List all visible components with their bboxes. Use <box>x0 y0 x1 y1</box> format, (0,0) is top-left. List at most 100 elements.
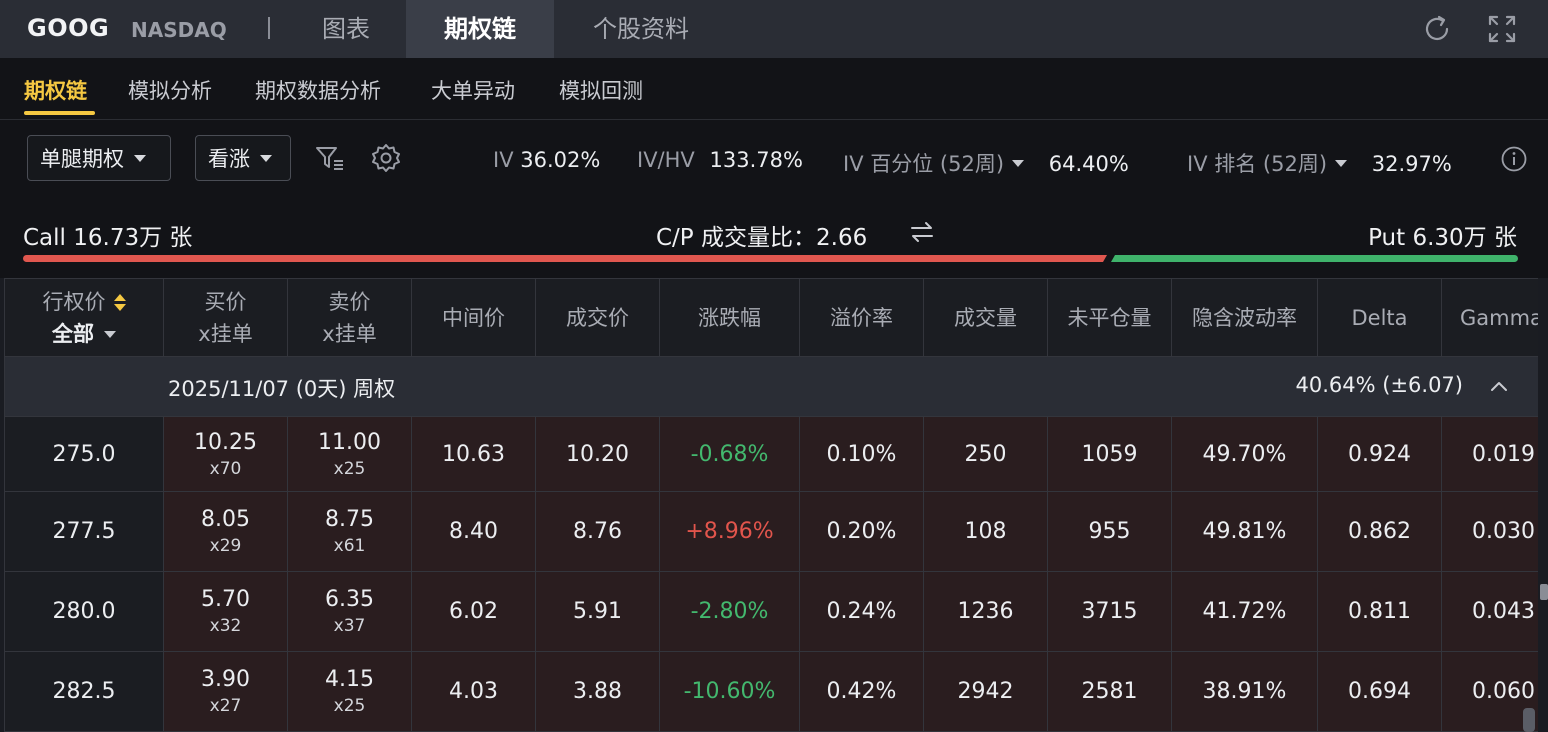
header-volume[interactable]: 成交量 <box>924 279 1048 357</box>
cell-value-mid: 4.03 <box>449 679 498 704</box>
table-cell-iv[interactable]: 49.81% <box>1172 492 1318 572</box>
header-delta[interactable]: Delta <box>1318 279 1442 357</box>
subtab-data-analysis[interactable]: 期权数据分析 <box>255 75 381 105</box>
header-iv[interactable]: 隐含波动率 <box>1172 279 1318 357</box>
table-cell-delta[interactable]: 0.924 <box>1318 417 1442 492</box>
table-cell-bid[interactable]: 10.25 x70 <box>164 417 288 492</box>
info-icon[interactable] <box>1500 145 1528 173</box>
table-cell-iv[interactable]: 38.91% <box>1172 652 1318 732</box>
table-cell-last[interactable]: 5.91 <box>536 572 660 652</box>
cell-size-bid: x32 <box>209 616 242 636</box>
table-cell-oi[interactable]: 955 <box>1048 492 1172 572</box>
table-cell-change[interactable]: +8.96% <box>660 492 800 572</box>
expiry-date: 2025/11/07 (0天) 周权 <box>168 377 396 401</box>
table-cell-mid[interactable]: 8.40 <box>412 492 536 572</box>
direction-select[interactable]: 看涨 <box>195 135 291 181</box>
tab-stock-profile[interactable]: 个股资料 <box>558 0 724 58</box>
header-last[interactable]: 成交价 <box>536 279 660 357</box>
table-cell-strike[interactable]: 282.5 <box>5 652 164 732</box>
header-open-interest[interactable]: 未平仓量 <box>1048 279 1172 357</box>
header-change[interactable]: 涨跌幅 <box>660 279 800 357</box>
table-cell-iv[interactable]: 49.70% <box>1172 417 1318 492</box>
header-ask[interactable]: 卖价 x挂单 <box>288 279 412 357</box>
table-cell-gamma[interactable]: 0.030 <box>1442 492 1538 572</box>
expiry-group-row[interactable]: 2025/11/07 (0天) 周权 40.64% (±6.07) <box>5 357 1538 417</box>
strike-filter-dropdown[interactable]: 全部 <box>52 318 116 350</box>
tab-option-chain[interactable]: 期权链 <box>406 0 554 58</box>
subtab-simulation[interactable]: 模拟分析 <box>128 75 212 105</box>
table-cell-delta[interactable]: 0.694 <box>1318 652 1442 732</box>
leg-type-select[interactable]: 单腿期权 <box>27 135 171 181</box>
table-cell-mid[interactable]: 6.02 <box>412 572 536 652</box>
table-cell-strike[interactable]: 280.0 <box>5 572 164 652</box>
subtab-backtest[interactable]: 模拟回测 <box>559 75 643 105</box>
table-cell-oi[interactable]: 2581 <box>1048 652 1172 732</box>
swap-icon[interactable] <box>908 218 936 246</box>
table-cell-last[interactable]: 10.20 <box>536 417 660 492</box>
table-cell-iv[interactable]: 41.72% <box>1172 572 1318 652</box>
chevron-down-icon <box>260 154 272 162</box>
scrollbar-thumb[interactable] <box>1523 708 1535 732</box>
chevron-up-icon[interactable] <box>1487 375 1511 399</box>
cell-size-bid: x27 <box>209 696 242 716</box>
table-cell-oi[interactable]: 3715 <box>1048 572 1172 652</box>
subtab-unusual-activity[interactable]: 大单异动 <box>431 75 515 105</box>
iv-label: IV <box>493 148 514 172</box>
table-cell-change[interactable]: -2.80% <box>660 572 800 652</box>
header-strike[interactable]: 行权价 全部 <box>5 279 164 357</box>
table-cell-delta[interactable]: 0.862 <box>1318 492 1442 572</box>
table-cell-bid[interactable]: 5.70 x32 <box>164 572 288 652</box>
iv-percentile-stat[interactable]: IV 百分位 (52周) 64.40% <box>843 148 1129 178</box>
table-cell-strike[interactable]: 275.0 <box>5 417 164 492</box>
table-cell-bid[interactable]: 8.05 x29 <box>164 492 288 572</box>
table-cell-change[interactable]: -10.60% <box>660 652 800 732</box>
cell-value-ask: 8.75 <box>325 507 374 532</box>
table-cell-gamma[interactable]: 0.043 <box>1442 572 1538 652</box>
filter-icon[interactable] <box>314 142 346 174</box>
iv-percentile-value: 64.40% <box>1048 152 1129 176</box>
cell-value-premium: 0.10% <box>826 441 897 467</box>
header-premium[interactable]: 溢价率 <box>800 279 924 357</box>
table-cell-last[interactable]: 8.76 <box>536 492 660 572</box>
header-gamma[interactable]: Gamma <box>1442 279 1538 357</box>
iv-percentile-label: IV 百分位 (52周) <box>843 152 1005 176</box>
subtab-option-chain[interactable]: 期权链 <box>24 75 87 105</box>
sort-icon[interactable] <box>113 293 126 312</box>
table-cell-ask[interactable]: 11.00 x25 <box>288 417 412 492</box>
table-cell-change[interactable]: -0.68% <box>660 417 800 492</box>
gear-icon[interactable] <box>370 142 402 174</box>
table-cell-volume[interactable]: 1236 <box>924 572 1048 652</box>
refresh-icon[interactable] <box>1420 12 1454 46</box>
scrollbar-marker[interactable] <box>1540 584 1548 600</box>
table-cell-premium[interactable]: 0.10% <box>800 417 924 492</box>
table-cell-ask[interactable]: 4.15 x25 <box>288 652 412 732</box>
ivhv-value: 133.78% <box>709 148 803 172</box>
table-cell-mid[interactable]: 10.63 <box>412 417 536 492</box>
table-cell-gamma[interactable]: 0.019 <box>1442 417 1538 492</box>
table-cell-ask[interactable]: 6.35 x37 <box>288 572 412 652</box>
table-cell-premium[interactable]: 0.42% <box>800 652 924 732</box>
table-cell-delta[interactable]: 0.811 <box>1318 572 1442 652</box>
table-cell-volume[interactable]: 108 <box>924 492 1048 572</box>
table-cell-volume[interactable]: 2942 <box>924 652 1048 732</box>
header-bid[interactable]: 买价 x挂单 <box>164 279 288 357</box>
table-cell-oi[interactable]: 1059 <box>1048 417 1172 492</box>
fullscreen-icon[interactable] <box>1485 12 1519 46</box>
table-cell-strike[interactable]: 277.5 <box>5 492 164 572</box>
iv-rank-stat[interactable]: IV 排名 (52周) 32.97% <box>1187 148 1452 178</box>
leg-type-value: 单腿期权 <box>40 147 124 171</box>
cp-ratio: C/P 成交量比：2.66 <box>656 218 867 252</box>
table-cell-premium[interactable]: 0.20% <box>800 492 924 572</box>
cell-value-iv: 49.81% <box>1202 519 1287 544</box>
cell-value-bid: 5.70 <box>201 587 250 612</box>
table-cell-last[interactable]: 3.88 <box>536 652 660 732</box>
table-cell-ask[interactable]: 8.75 x61 <box>288 492 412 572</box>
table-cell-mid[interactable]: 4.03 <box>412 652 536 732</box>
table-cell-volume[interactable]: 250 <box>924 417 1048 492</box>
header-bid-label: 买价 <box>204 289 247 314</box>
tab-chart[interactable]: 图表 <box>290 0 402 58</box>
call-volume: Call 16.73万 张 <box>23 225 193 251</box>
table-cell-bid[interactable]: 3.90 x27 <box>164 652 288 732</box>
table-cell-premium[interactable]: 0.24% <box>800 572 924 652</box>
header-mid[interactable]: 中间价 <box>412 279 536 357</box>
